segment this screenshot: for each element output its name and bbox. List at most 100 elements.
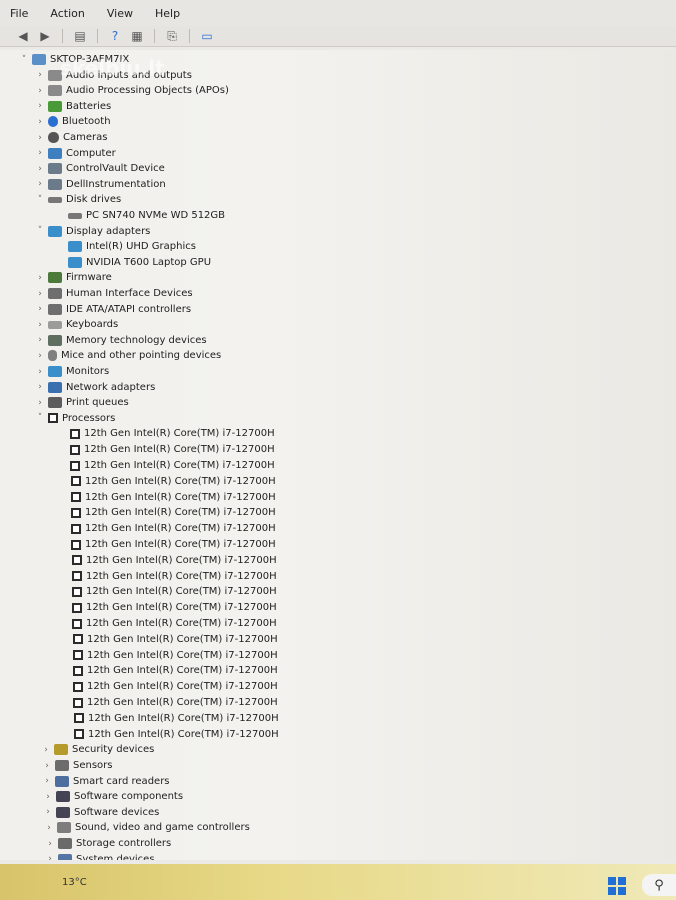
view-icon[interactable]: ▦ <box>128 28 146 44</box>
tree-device[interactable]: NVIDIA T600 Laptop GPU <box>54 255 211 270</box>
chevron-right-icon[interactable]: › <box>34 70 46 80</box>
chevron-right-icon[interactable]: › <box>34 164 46 174</box>
chevron-right-icon[interactable]: › <box>43 823 55 833</box>
tree-device-processor[interactable]: 12th Gen Intel(R) Core(TM) i7-12700H <box>58 553 277 568</box>
start-icon[interactable] <box>608 877 626 895</box>
chevron-down-icon[interactable]: ˅ <box>18 55 30 65</box>
tree-category[interactable]: › Batteries <box>34 99 111 114</box>
cpu-icon <box>72 602 82 613</box>
chevron-right-icon[interactable]: › <box>34 148 46 158</box>
tree-category[interactable]: › Computer <box>34 146 116 161</box>
search-icon[interactable]: ⚲ <box>642 874 676 896</box>
tree-category[interactable]: › Print queues <box>34 395 129 410</box>
tree-device-processor[interactable]: 12th Gen Intel(R) Core(TM) i7-12700H <box>57 505 276 520</box>
chevron-right-icon[interactable]: › <box>34 320 46 330</box>
tree-device-processor[interactable]: 12th Gen Intel(R) Core(TM) i7-12700H <box>59 663 278 678</box>
tree-category[interactable]: › DellInstrumentation <box>34 177 166 192</box>
tree-category[interactable]: › Human Interface Devices <box>34 286 193 301</box>
tree-item-label: 12th Gen Intel(R) Core(TM) i7-12700H <box>85 507 276 519</box>
tree-category[interactable]: › Monitors <box>34 364 109 379</box>
chevron-right-icon[interactable]: › <box>34 304 46 314</box>
tree-category[interactable]: › Smart card readers <box>41 774 170 789</box>
menu-help[interactable]: Help <box>145 7 192 20</box>
chevron-right-icon[interactable]: › <box>42 792 54 802</box>
tree-category[interactable]: › Firmware <box>34 270 112 285</box>
tree-category[interactable]: › Storage controllers <box>44 836 171 851</box>
chevron-down-icon[interactable]: ˅ <box>34 195 46 205</box>
cpu-icon <box>73 634 83 645</box>
menu-file[interactable]: File <box>0 7 40 20</box>
tree-category[interactable]: › Security devices <box>40 742 154 757</box>
tree-category-disk-drives[interactable]: ˅ Disk drives <box>34 192 121 207</box>
tree-device-processor[interactable]: 12th Gen Intel(R) Core(TM) i7-12700H <box>56 458 275 473</box>
properties-icon[interactable]: ▤ <box>71 28 89 44</box>
tree-device-processor[interactable]: 12th Gen Intel(R) Core(TM) i7-12700H <box>59 679 278 694</box>
chevron-right-icon[interactable]: › <box>34 86 46 96</box>
weather-widget[interactable]: 13°C <box>62 877 87 888</box>
tree-category[interactable]: › Mice and other pointing devices <box>34 348 221 363</box>
tree-device-processor[interactable]: 12th Gen Intel(R) Core(TM) i7-12700H <box>57 537 276 552</box>
tree-category[interactable]: › Bluetooth <box>34 114 111 129</box>
tree-category-display-adapters[interactable]: ˅ Display adapters <box>34 224 150 239</box>
chevron-right-icon[interactable]: › <box>40 745 52 755</box>
chevron-down-icon[interactable]: ˅ <box>34 413 46 423</box>
device-tree[interactable]: ˅ SKTOP-3AFM7IX › Audio inputs and outputs ›… <box>0 50 676 860</box>
chevron-right-icon[interactable]: › <box>34 289 46 299</box>
tree-category[interactable]: › Memory technology devices <box>34 333 207 348</box>
chevron-right-icon[interactable]: › <box>41 776 53 786</box>
tree-category[interactable]: › Software components <box>42 789 183 804</box>
tree-category[interactable]: › Audio inputs and outputs <box>34 68 192 83</box>
tree-category[interactable]: › Audio Processing Objects (APOs) <box>34 83 229 98</box>
chevron-down-icon[interactable]: ˅ <box>34 226 46 236</box>
tree-device-processor[interactable]: 12th Gen Intel(R) Core(TM) i7-12700H <box>58 569 277 584</box>
tree-device[interactable]: PC SN740 NVMe WD 512GB <box>54 208 225 223</box>
chevron-right-icon[interactable]: › <box>44 839 56 849</box>
monitor-icon <box>48 147 62 159</box>
tree-category[interactable]: › IDE ATA/ATAPI controllers <box>34 302 191 317</box>
tree-category[interactable]: › System devices <box>44 852 155 860</box>
chevron-right-icon[interactable]: › <box>34 367 46 377</box>
tree-device-processor[interactable]: 12th Gen Intel(R) Core(TM) i7-12700H <box>57 474 276 489</box>
tree-category[interactable]: › Network adapters <box>34 380 155 395</box>
tree-device[interactable]: Intel(R) UHD Graphics <box>54 239 196 254</box>
tree-category[interactable]: › Sound, video and game controllers <box>43 820 250 835</box>
tree-category[interactable]: › ControlVault Device <box>34 161 165 176</box>
tree-category[interactable]: › Sensors <box>41 758 113 773</box>
tree-category[interactable]: › Keyboards <box>34 317 118 332</box>
chevron-right-icon[interactable]: › <box>34 117 46 127</box>
tree-device-processor[interactable]: 12th Gen Intel(R) Core(TM) i7-12700H <box>58 600 277 615</box>
chevron-right-icon[interactable]: › <box>34 133 46 143</box>
tree-device-processor[interactable]: 12th Gen Intel(R) Core(TM) i7-12700H <box>57 490 276 505</box>
tree-device-processor[interactable]: 12th Gen Intel(R) Core(TM) i7-12700H <box>59 695 278 710</box>
scan-icon[interactable]: ⎘ <box>163 28 181 44</box>
chevron-right-icon[interactable]: › <box>34 351 46 361</box>
tree-device-processor[interactable]: 12th Gen Intel(R) Core(TM) i7-12700H <box>56 426 275 441</box>
menu-view[interactable]: View <box>97 7 145 20</box>
menu-action[interactable]: Action <box>40 7 96 20</box>
tree-category-processors[interactable]: ˅ Processors <box>34 411 116 426</box>
tree-device-processor[interactable]: 12th Gen Intel(R) Core(TM) i7-12700H <box>58 616 277 631</box>
tree-category[interactable]: › Cameras <box>34 130 107 145</box>
help-icon[interactable]: ? <box>106 28 124 44</box>
tree-device-processor[interactable]: 12th Gen Intel(R) Core(TM) i7-12700H <box>56 442 275 457</box>
tree-device-processor[interactable]: 12th Gen Intel(R) Core(TM) i7-12700H <box>60 711 279 726</box>
tree-device-processor[interactable]: 12th Gen Intel(R) Core(TM) i7-12700H <box>59 648 278 663</box>
chevron-right-icon[interactable]: › <box>34 101 46 111</box>
tree-category[interactable]: › Software devices <box>42 805 159 820</box>
chevron-right-icon[interactable]: › <box>41 761 53 771</box>
tree-device-processor[interactable]: 12th Gen Intel(R) Core(TM) i7-12700H <box>60 727 279 742</box>
back-icon[interactable]: ◀ <box>14 28 32 44</box>
chevron-right-icon[interactable]: › <box>34 398 46 408</box>
chevron-right-icon[interactable]: › <box>34 382 46 392</box>
tree-root[interactable]: ˅ SKTOP-3AFM7IX <box>18 52 129 67</box>
tree-device-processor[interactable]: 12th Gen Intel(R) Core(TM) i7-12700H <box>59 632 278 647</box>
chevron-right-icon[interactable]: › <box>34 179 46 189</box>
tree-device-processor[interactable]: 12th Gen Intel(R) Core(TM) i7-12700H <box>58 584 277 599</box>
chevron-right-icon[interactable]: › <box>42 807 54 817</box>
chevron-right-icon[interactable]: › <box>34 273 46 283</box>
tree-device-processor[interactable]: 12th Gen Intel(R) Core(TM) i7-12700H <box>57 521 276 536</box>
chevron-right-icon[interactable]: › <box>34 335 46 345</box>
chevron-right-icon[interactable]: › <box>44 854 56 860</box>
monitor-icon[interactable]: ▭ <box>198 28 216 44</box>
forward-icon[interactable]: ▶ <box>36 28 54 44</box>
